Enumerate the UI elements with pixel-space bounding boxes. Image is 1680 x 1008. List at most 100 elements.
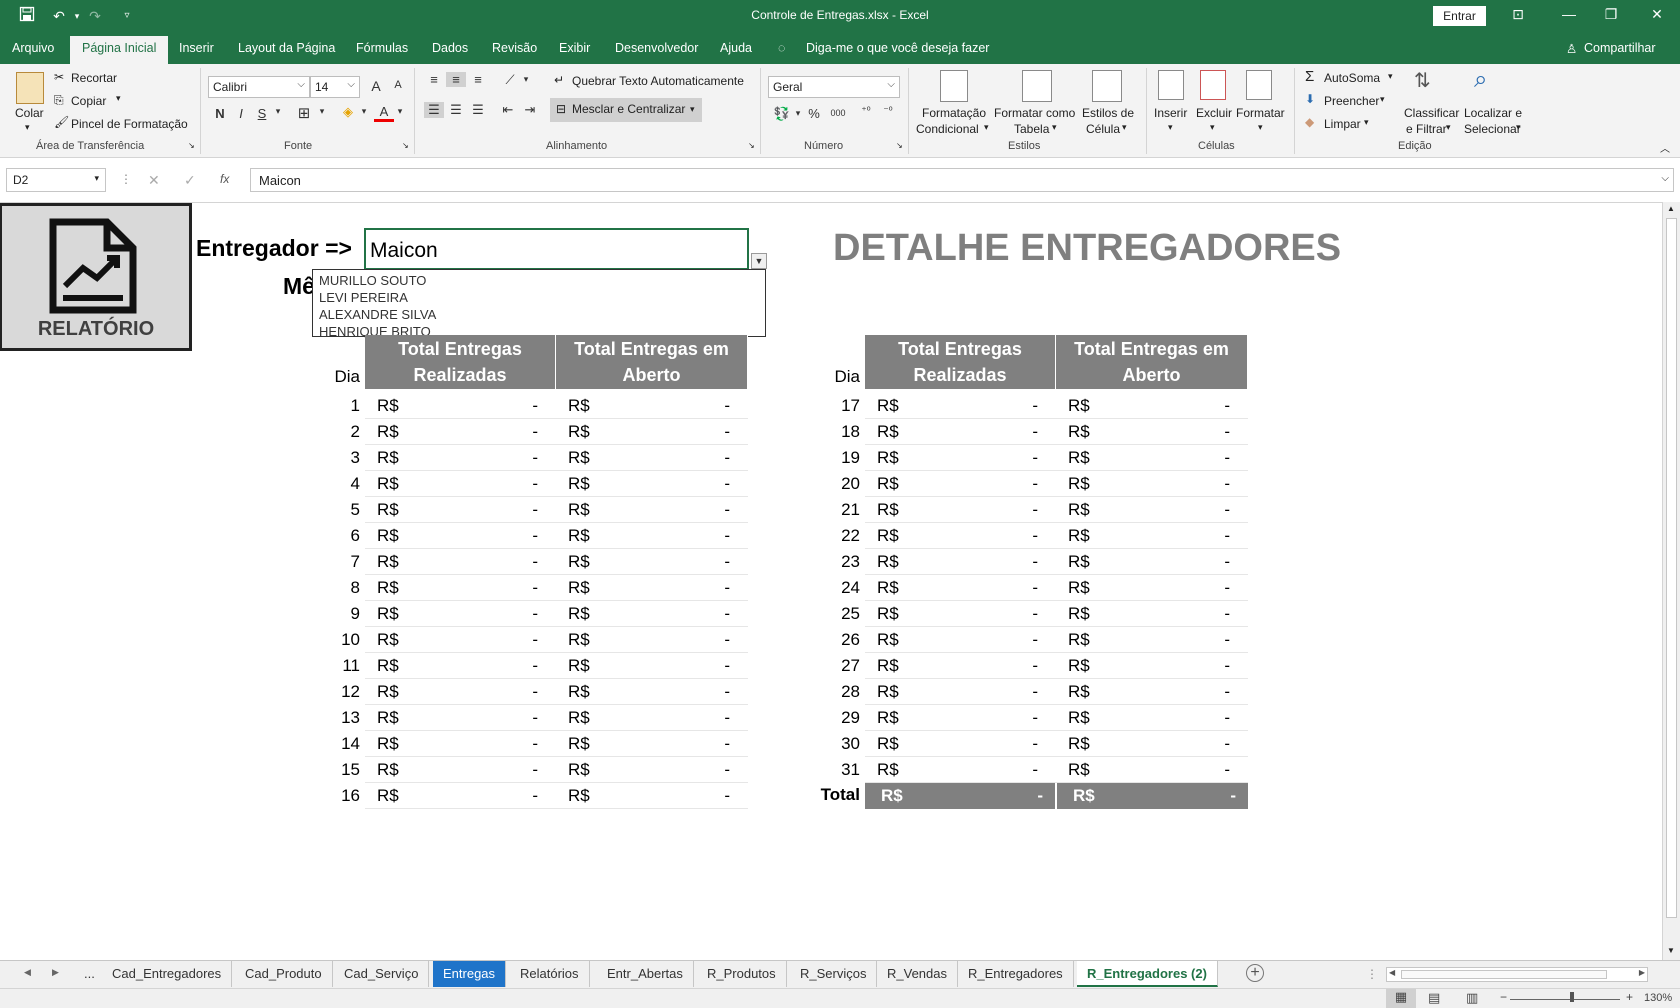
shrink-font-button[interactable]: A (388, 79, 408, 91)
realizadas-cell[interactable]: R$ - (365, 393, 556, 419)
format-as-table-icon[interactable] (1022, 70, 1052, 102)
realizadas-cell[interactable]: R$ - (365, 601, 556, 627)
aberto-cell[interactable]: R$ - (556, 549, 748, 575)
tab-ajuda[interactable]: Ajuda (720, 41, 752, 55)
align-left-icon[interactable]: ☰ (424, 102, 444, 118)
aberto-cell[interactable]: R$ - (556, 783, 748, 809)
realizadas-cell[interactable]: R$ - (365, 783, 556, 809)
add-sheet-button[interactable]: + (1246, 964, 1264, 982)
hscroll-right-icon[interactable]: ▶ (1639, 968, 1645, 977)
sheet-tab[interactable]: Cad_Serviço (334, 961, 430, 987)
font-color-dropdown-icon[interactable]: ▾ (390, 106, 410, 117)
merge-dropdown-icon[interactable]: ▾ (690, 104, 695, 115)
realizadas-cell[interactable]: R$ - (365, 523, 556, 549)
sheet-tab[interactable]: R_Produtos (697, 961, 787, 987)
tab-inserir[interactable]: Inserir (179, 41, 214, 55)
realizadas-cell[interactable]: R$ - (865, 445, 1056, 471)
align-middle-icon[interactable]: ≡ (446, 72, 466, 87)
aberto-cell[interactable]: R$ - (556, 419, 748, 445)
aberto-cell[interactable]: R$ - (556, 471, 748, 497)
dropdown-option[interactable]: MURILLO SOUTO (319, 272, 759, 289)
wrap-text-button[interactable]: Quebrar Texto Automaticamente (572, 74, 744, 88)
realizadas-cell[interactable]: R$ - (865, 419, 1056, 445)
sheet-tab[interactable]: Cad_Entregadores (102, 961, 233, 987)
tab-exibir[interactable]: Exibir (559, 41, 590, 55)
format-painter-button[interactable]: Pincel de Formatação (71, 117, 188, 131)
grow-font-button[interactable]: A (366, 78, 386, 94)
aberto-cell[interactable]: R$ - (1056, 627, 1248, 653)
tab-layout-pagina[interactable]: Layout da Página (238, 41, 335, 55)
sort-filter-icon[interactable]: ⇅ (1414, 68, 1431, 93)
copy-button[interactable]: Copiar (71, 94, 106, 108)
realizadas-cell[interactable]: R$ - (865, 497, 1056, 523)
format-painter-icon[interactable]: 🖌 (54, 115, 69, 129)
conditional-formatting-icon[interactable] (940, 70, 968, 102)
font-size-combo[interactable]: 14 ⌵ (310, 76, 360, 98)
insert-function-button[interactable]: fx (220, 172, 229, 186)
aberto-cell[interactable]: R$ - (1056, 445, 1248, 471)
formula-input[interactable]: Maicon ⌵ (250, 168, 1674, 192)
tab-formulas[interactable]: Fórmulas (356, 41, 408, 55)
dropdown-option[interactable]: LEVI PEREIRA (319, 289, 759, 306)
aberto-cell[interactable]: R$ - (556, 497, 748, 523)
aberto-cell[interactable]: R$ - (556, 731, 748, 757)
realizadas-cell[interactable]: R$ - (365, 497, 556, 523)
align-bottom-icon[interactable]: ≡ (468, 72, 488, 87)
sheet-tab[interactable]: R_Entregadores (958, 961, 1074, 987)
cell-styles-button[interactable]: Estilos de (1082, 106, 1134, 120)
realizadas-cell[interactable]: R$ - (365, 549, 556, 575)
total-aberto-cell[interactable]: R$ - (1057, 783, 1248, 809)
autosum-icon[interactable]: Σ (1305, 68, 1314, 85)
tabs-splitter-icon[interactable]: ⋮ (1366, 967, 1378, 981)
dropdown-option[interactable]: ALEXANDRE SILVA (319, 306, 759, 323)
aberto-cell[interactable]: R$ - (1056, 679, 1248, 705)
aberto-cell[interactable]: R$ - (1056, 653, 1248, 679)
aberto-cell[interactable]: R$ - (556, 679, 748, 705)
format-cells-button[interactable]: Formatar (1236, 106, 1285, 120)
delete-cells-icon[interactable] (1200, 70, 1226, 100)
font-name-combo[interactable]: Calibri ⌵ (208, 76, 310, 98)
cell-styles-icon[interactable] (1092, 70, 1122, 102)
increase-decimal-icon[interactable]: ⁺⁰ (856, 106, 876, 117)
realizadas-cell[interactable]: R$ - (865, 393, 1056, 419)
vertical-scrollbar[interactable]: ▲ ▼ (1662, 202, 1680, 960)
collapse-ribbon-icon[interactable]: ︿ (1660, 140, 1670, 155)
restore-icon[interactable]: ❐ (1596, 6, 1626, 23)
sheet-tab[interactable]: Cad_Produto (235, 961, 333, 987)
sheet-tab[interactable]: R_Vendas (877, 961, 958, 987)
hscroll-left-icon[interactable]: ◀ (1389, 968, 1395, 977)
copy-icon[interactable]: ⎘ (54, 93, 64, 108)
font-launcher-icon[interactable]: ↘ (402, 141, 409, 150)
zoom-out-icon[interactable]: − (1500, 990, 1507, 1004)
align-top-icon[interactable]: ≡ (424, 72, 444, 87)
conditional-formatting-button[interactable]: Formatação (922, 106, 986, 120)
aberto-cell[interactable]: R$ - (1056, 393, 1248, 419)
decrease-decimal-icon[interactable]: ⁻⁰ (878, 106, 898, 117)
format-as-table-button[interactable]: Formatar como (994, 106, 1075, 120)
realizadas-cell[interactable]: R$ - (365, 757, 556, 783)
number-launcher-icon[interactable]: ↘ (896, 141, 903, 150)
aberto-cell[interactable]: R$ - (1056, 419, 1248, 445)
realizadas-cell[interactable]: R$ - (365, 705, 556, 731)
bold-button[interactable]: N (210, 106, 230, 121)
aberto-cell[interactable]: R$ - (556, 653, 748, 679)
realizadas-cell[interactable]: R$ - (365, 679, 556, 705)
fill-icon[interactable]: ⬇ (1305, 92, 1315, 106)
aberto-cell[interactable]: R$ - (556, 575, 748, 601)
realizadas-cell[interactable]: R$ - (865, 575, 1056, 601)
realizadas-cell[interactable]: R$ - (365, 419, 556, 445)
paste-dropdown-icon[interactable]: ▾ (25, 122, 30, 133)
close-icon[interactable]: ✕ (1642, 6, 1672, 23)
increase-indent-icon[interactable]: ⇥ (520, 102, 540, 118)
normal-view-icon[interactable]: ▦ (1386, 989, 1416, 1008)
delete-cells-button[interactable]: Excluir (1196, 106, 1232, 120)
aberto-cell[interactable]: R$ - (1056, 705, 1248, 731)
align-right-icon[interactable]: ☰ (468, 102, 488, 118)
zoom-slider[interactable] (1510, 999, 1620, 1000)
copy-dropdown-icon[interactable]: ▾ (116, 93, 121, 104)
aberto-cell[interactable]: R$ - (1056, 575, 1248, 601)
tab-dados[interactable]: Dados (432, 41, 468, 55)
minimize-icon[interactable]: — (1554, 6, 1584, 22)
dropdown-arrow-icon[interactable]: ▼ (751, 253, 767, 269)
tab-pagina-inicial[interactable]: Página Inicial (70, 36, 169, 64)
